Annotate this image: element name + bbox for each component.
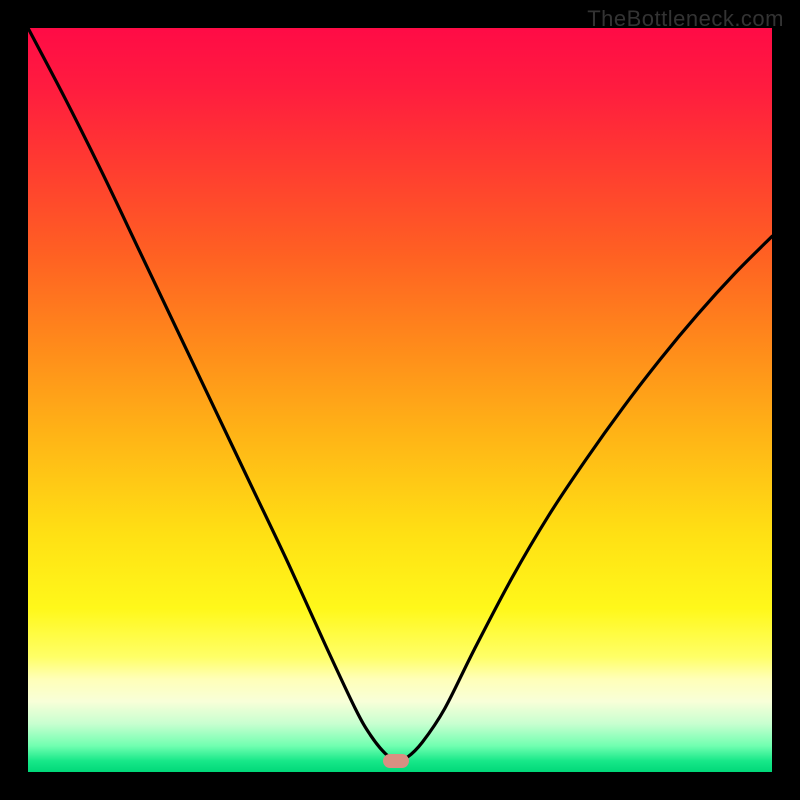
chart-frame: TheBottleneck.com (0, 0, 800, 800)
plot-area (28, 28, 772, 772)
bottleneck-curve (28, 28, 772, 772)
optimal-marker (383, 754, 409, 768)
